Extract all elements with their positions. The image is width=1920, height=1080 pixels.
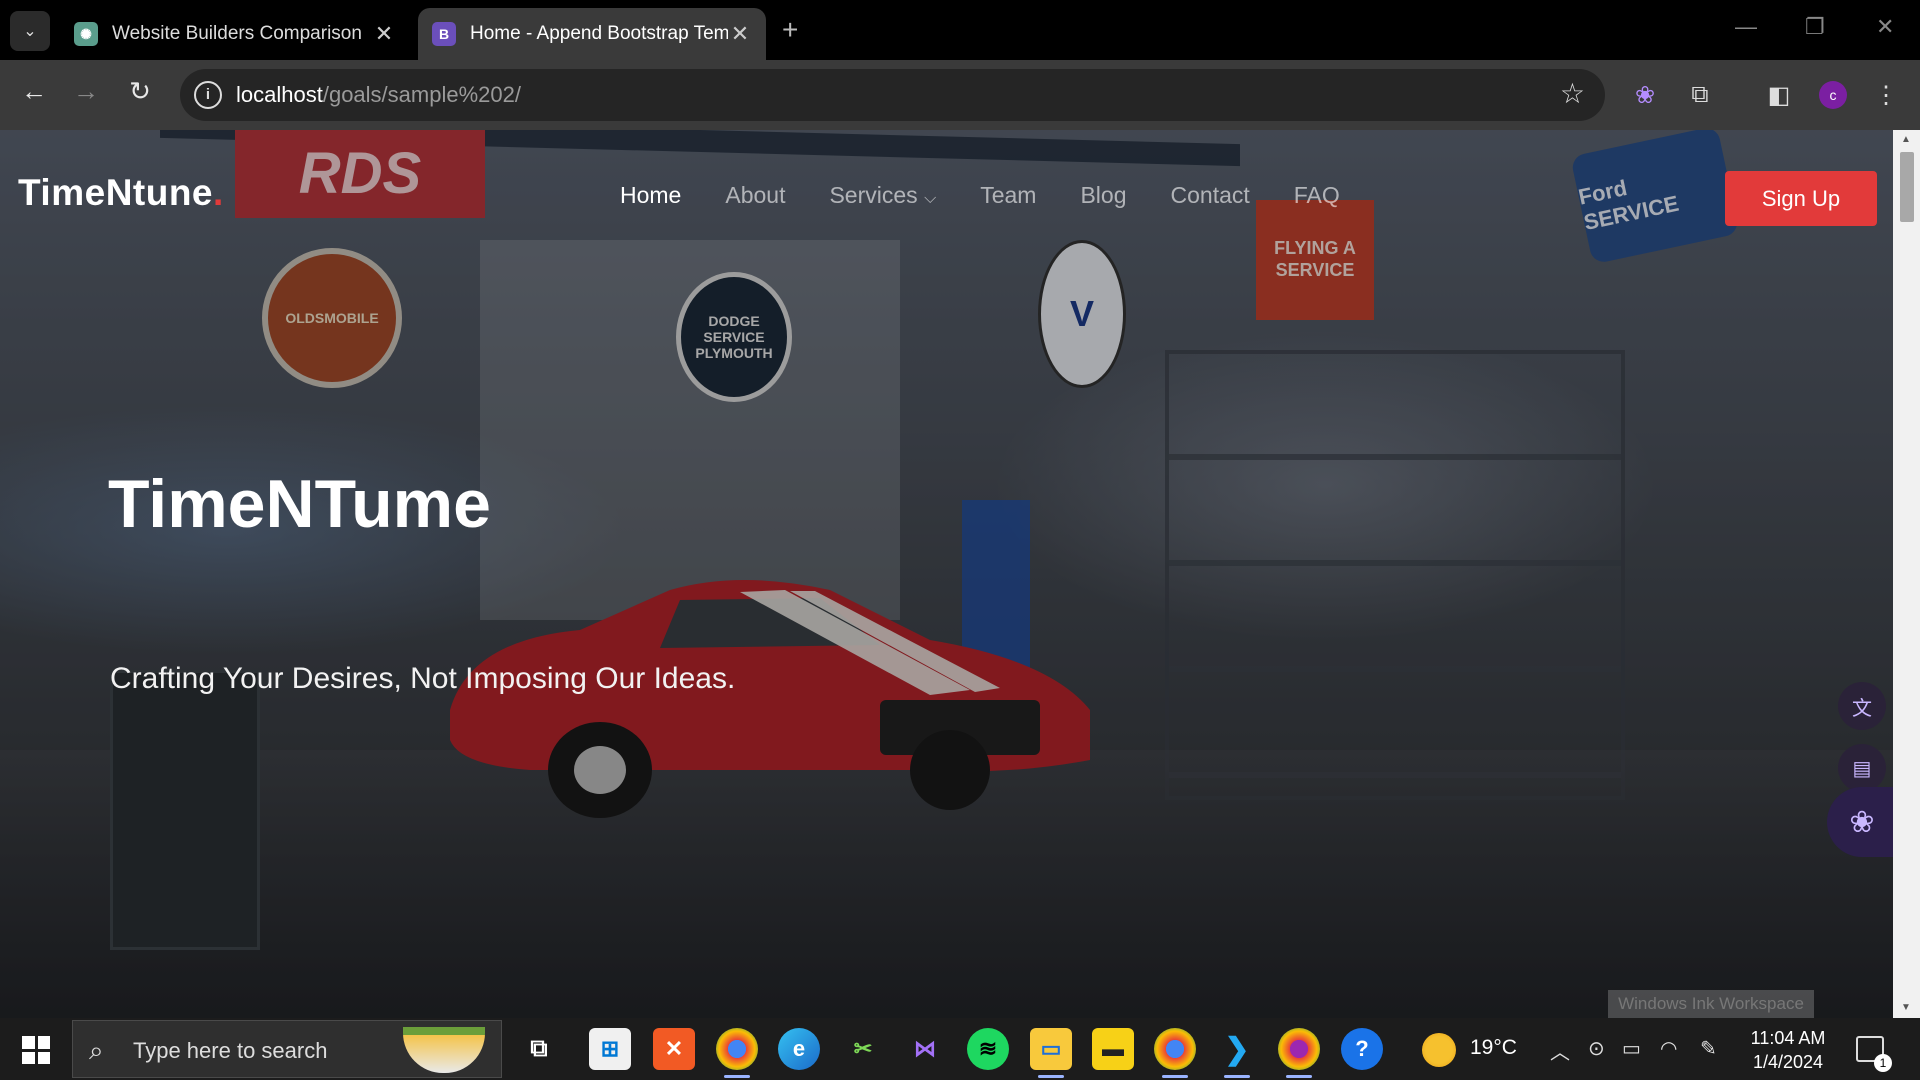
main-nav: Home About Services ⌵ Team Blog Contact … [620, 182, 1340, 209]
chrome-profile-icon[interactable] [1154, 1028, 1196, 1078]
file-explorer-icon[interactable]: ▭ [1030, 1028, 1072, 1078]
close-window-icon[interactable]: ✕ [1876, 14, 1894, 40]
chrome-active-icon[interactable] [1278, 1028, 1320, 1078]
reader-book-icon[interactable]: ▤ [1838, 744, 1886, 792]
scrollbar-thumb[interactable] [1900, 152, 1914, 222]
extension-brain-icon[interactable]: ❀ [1628, 78, 1662, 112]
chrome-icon[interactable] [716, 1028, 758, 1078]
chevron-down-icon: ⌵ [924, 190, 937, 207]
scroll-up-icon[interactable]: ▲ [1901, 134, 1911, 145]
nav-about[interactable]: About [725, 182, 785, 209]
dark-overlay [0, 130, 1893, 1018]
tab-title: Home - Append Bootstrap Tem [470, 23, 728, 44]
spotify-icon[interactable]: ≋ [967, 1028, 1009, 1070]
tab-website-builders[interactable]: ✺ Website Builders Comparison ✕ [60, 8, 410, 60]
nav-contact[interactable]: Contact [1171, 182, 1250, 209]
minimize-icon[interactable]: — [1735, 14, 1757, 40]
taskbar-search-box[interactable]: ⌕ Type here to search [72, 1020, 502, 1078]
wifi-icon[interactable]: ◠ [1660, 1036, 1677, 1061]
system-clock[interactable]: 11:04 AM 1/4/2024 [1748, 1026, 1828, 1074]
pen-workspace-icon[interactable]: ✎ [1700, 1036, 1717, 1061]
nav-blog[interactable]: Blog [1080, 182, 1126, 209]
nav-team[interactable]: Team [980, 182, 1036, 209]
snipping-tool-icon[interactable]: ✂ [842, 1028, 884, 1070]
microsoft-store-icon[interactable]: ⊞ [589, 1028, 631, 1070]
close-icon[interactable]: ✕ [372, 21, 396, 47]
tab-home-append[interactable]: B Home - Append Bootstrap Tem ✕ [418, 8, 766, 60]
nav-services[interactable]: Services ⌵ [829, 182, 936, 209]
url-text[interactable]: localhost/goals/sample%202/ [236, 82, 521, 108]
close-icon[interactable]: ✕ [728, 21, 752, 47]
task-view-icon[interactable]: ⧉ [518, 1028, 560, 1070]
meet-now-icon[interactable]: ⊙ [1588, 1036, 1605, 1061]
windows-ink-workspace-label: Windows Ink Workspace [1608, 990, 1814, 1018]
ai-assistant-icon[interactable]: ❀ [1827, 787, 1893, 857]
more-menu-icon[interactable]: ⋮ [1869, 78, 1903, 112]
sign-up-button[interactable]: Sign Up [1725, 171, 1877, 226]
bootstrap-icon: B [432, 22, 456, 46]
site-logo[interactable]: TimeNtune. [18, 172, 224, 214]
translate-icon[interactable]: 文 [1838, 682, 1886, 730]
browser-toolbar: ← → ↻ i localhost/goals/sample%202/ ☆ ❀ … [0, 60, 1920, 130]
show-hidden-icons-chevron[interactable]: ︿ [1550, 1036, 1570, 1065]
tab-title: Website Builders Comparison [112, 23, 362, 44]
browser-tab-strip: ⌄ ✺ Website Builders Comparison ✕ B Home… [0, 0, 1920, 60]
back-icon[interactable]: ← [14, 76, 54, 107]
sticky-notes-icon[interactable]: ▬ [1092, 1028, 1134, 1070]
edge-icon[interactable]: e [778, 1028, 820, 1070]
clock-time: 11:04 AM [1750, 1028, 1826, 1048]
notification-badge: 1 [1874, 1054, 1892, 1072]
weather-sun-icon[interactable] [1422, 1033, 1456, 1067]
battery-icon[interactable]: ▭ [1622, 1036, 1641, 1061]
visual-studio-icon[interactable]: ⋈ [904, 1028, 946, 1070]
tab-search-button[interactable]: ⌄ [10, 11, 50, 51]
search-highlight-illustration [403, 1027, 485, 1073]
windows-taskbar: ⌕ Type here to search ⧉ ⊞ ✕ e ✂ ⋈ ≋ ▭ ▬ … [0, 1018, 1920, 1080]
reload-icon[interactable]: ↻ [120, 76, 160, 107]
clock-date: 1/4/2024 [1752, 1052, 1824, 1072]
get-help-icon[interactable]: ? [1341, 1028, 1383, 1070]
scroll-down-icon[interactable]: ▼ [1901, 1002, 1911, 1013]
nav-home[interactable]: Home [620, 182, 681, 209]
new-tab-icon[interactable]: + [782, 14, 798, 46]
restore-icon[interactable]: ❐ [1805, 14, 1825, 40]
webpage-hero: RDS OLDSMOBILE DODGE SERVICE PLYMOUTH V … [0, 130, 1893, 1018]
hero-subtitle: Crafting Your Desires, Not Imposing Our … [110, 662, 736, 695]
windows-start-icon[interactable] [22, 1036, 50, 1064]
site-info-icon[interactable]: i [194, 81, 222, 109]
search-placeholder: Type here to search [133, 1038, 328, 1063]
vscode-icon[interactable]: ❯ [1216, 1028, 1258, 1078]
xampp-icon[interactable]: ✕ [653, 1028, 695, 1070]
bookmark-star-icon[interactable]: ☆ [1560, 77, 1585, 110]
weather-temperature[interactable]: 19°C [1470, 1036, 1517, 1060]
profile-avatar[interactable]: c [1816, 78, 1850, 112]
forward-icon[interactable]: → [66, 76, 106, 107]
address-bar[interactable]: i localhost/goals/sample%202/ ☆ [180, 69, 1605, 121]
hero-title: TimeNTume [108, 466, 491, 542]
page-scrollbar[interactable]: ▲ ▼ [1893, 130, 1920, 1018]
chatgpt-icon: ✺ [74, 22, 98, 46]
search-icon: ⌕ [89, 1035, 104, 1065]
extensions-puzzle-icon[interactable]: ⧉ [1683, 78, 1717, 112]
nav-faq[interactable]: FAQ [1294, 182, 1340, 209]
side-panel-icon[interactable]: ◧ [1762, 78, 1796, 112]
